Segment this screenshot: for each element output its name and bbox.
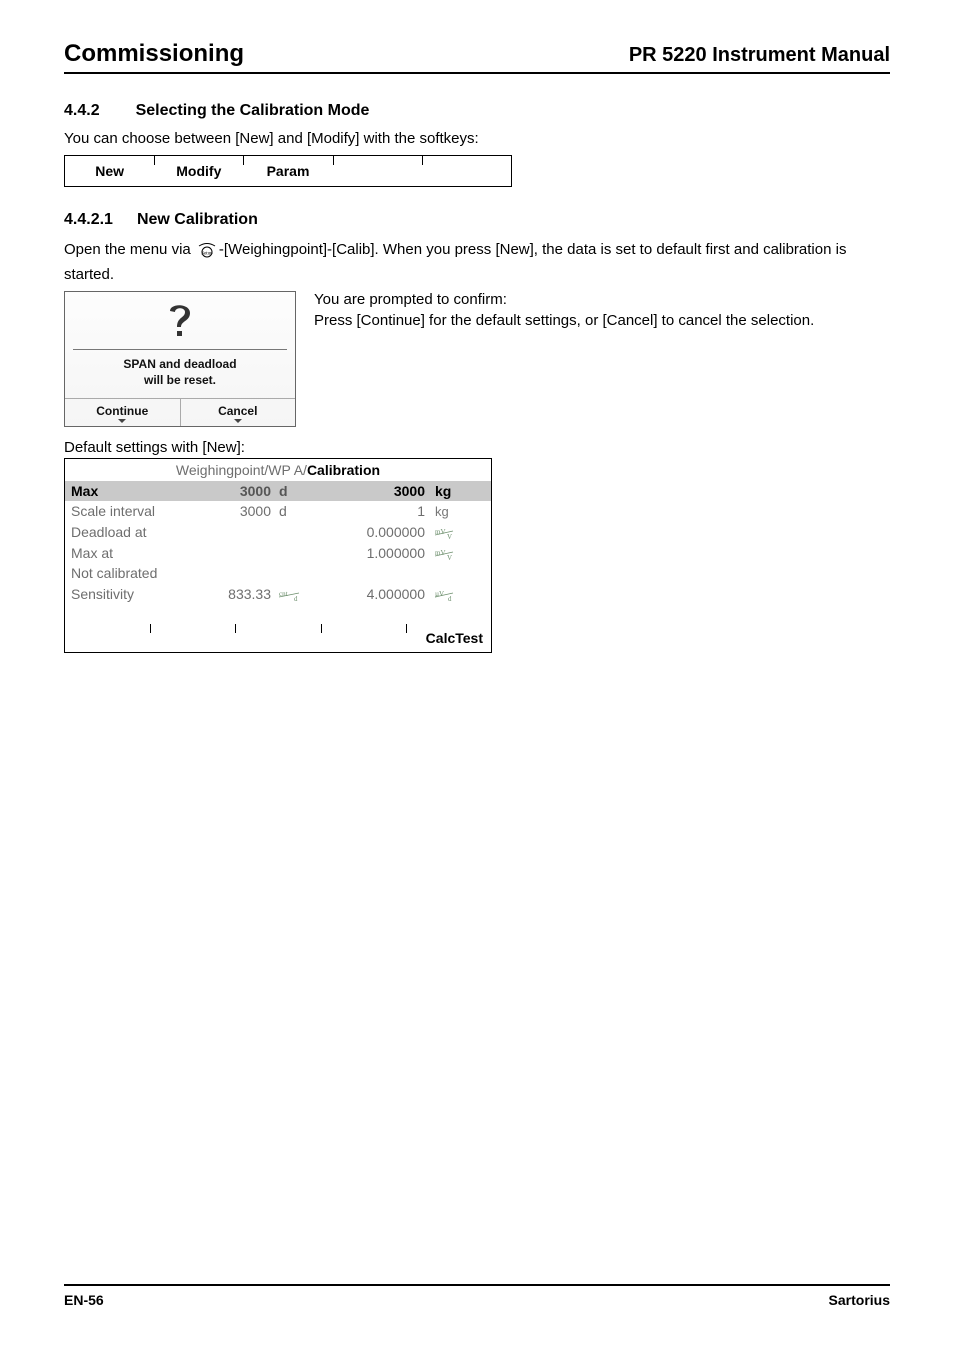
- svg-text:V: V: [447, 533, 452, 540]
- mv-v-icon: mVV: [429, 523, 469, 540]
- softkey-param[interactable]: Param: [243, 156, 332, 186]
- cal-table-title: Weighingpoint/WP A/Calibration: [65, 459, 491, 481]
- cal-row-maxat: Max at 1.000000 mVV: [65, 542, 491, 563]
- subsection-number: 4.4.2.1: [64, 211, 113, 229]
- dialog-message: SPAN and deadload will be reset.: [65, 350, 295, 398]
- header-left: Commissioning: [64, 40, 244, 68]
- mv-v-icon: mVV: [429, 544, 469, 561]
- cal-row-max: Max 3000 d 3000 kg: [65, 481, 491, 501]
- cnt-d-icon: cntd: [275, 585, 311, 602]
- intro-text: You can choose between [New] and [Modify…: [64, 128, 890, 149]
- svg-text:V: V: [447, 554, 452, 561]
- calibration-table: Weighingpoint/WP A/Calibration Max 3000 …: [64, 458, 492, 653]
- page-header: Commissioning PR 5220 Instrument Manual: [64, 40, 890, 74]
- softkey-new[interactable]: New: [65, 156, 154, 186]
- setup-icon: Setup: [197, 242, 217, 264]
- cal-max-label: Max: [71, 483, 203, 499]
- section-heading: 4.4.2 Selecting the Calibration Mode: [64, 102, 890, 120]
- question-icon: [73, 292, 287, 350]
- svg-text:Setup: Setup: [201, 252, 213, 257]
- dialog-description: You are prompted to confirm: Press [Cont…: [314, 291, 890, 333]
- subsection-title: New Calibration: [137, 211, 258, 229]
- svg-text:d: d: [294, 595, 298, 602]
- header-right: PR 5220 Instrument Manual: [629, 44, 890, 67]
- cancel-button[interactable]: Cancel: [180, 399, 296, 426]
- section-title: Selecting the Calibration Mode: [136, 102, 370, 120]
- confirm-dialog: SPAN and deadload will be reset. Continu…: [64, 291, 296, 427]
- softkey-empty-4: [333, 156, 422, 186]
- calctest-button[interactable]: CalcTest: [426, 630, 483, 646]
- svg-text:d: d: [448, 595, 452, 602]
- page-footer: EN-56 Sartorius: [64, 1284, 890, 1308]
- softkey-modify[interactable]: Modify: [154, 156, 243, 186]
- cal-row-interval: Scale interval 3000 d 1 kg: [65, 501, 491, 521]
- subsection-intro: Open the menu via Setup -[Weighingpoint]…: [64, 239, 890, 285]
- section-number: 4.4.2: [64, 102, 100, 120]
- cal-row-sensitivity: Sensitivity 833.33 cntd 4.000000 µVd: [65, 583, 491, 604]
- uv-d-icon: µVd: [429, 585, 469, 602]
- continue-button[interactable]: Continue: [65, 399, 180, 426]
- footer-page: EN-56: [64, 1292, 104, 1308]
- footer-brand: Sartorius: [829, 1292, 890, 1308]
- cal-row-notcalibrated: Not calibrated: [65, 563, 491, 583]
- softkey-bar: New Modify Param: [64, 155, 512, 187]
- cal-row-deadload: Deadload at 0.000000 mVV: [65, 521, 491, 542]
- softkey-empty-5: [422, 156, 511, 186]
- subsection-heading: 4.4.2.1 New Calibration: [64, 211, 890, 229]
- cal-softkey-bar: CalcTest: [65, 624, 491, 652]
- defaults-label: Default settings with [New]:: [64, 439, 890, 456]
